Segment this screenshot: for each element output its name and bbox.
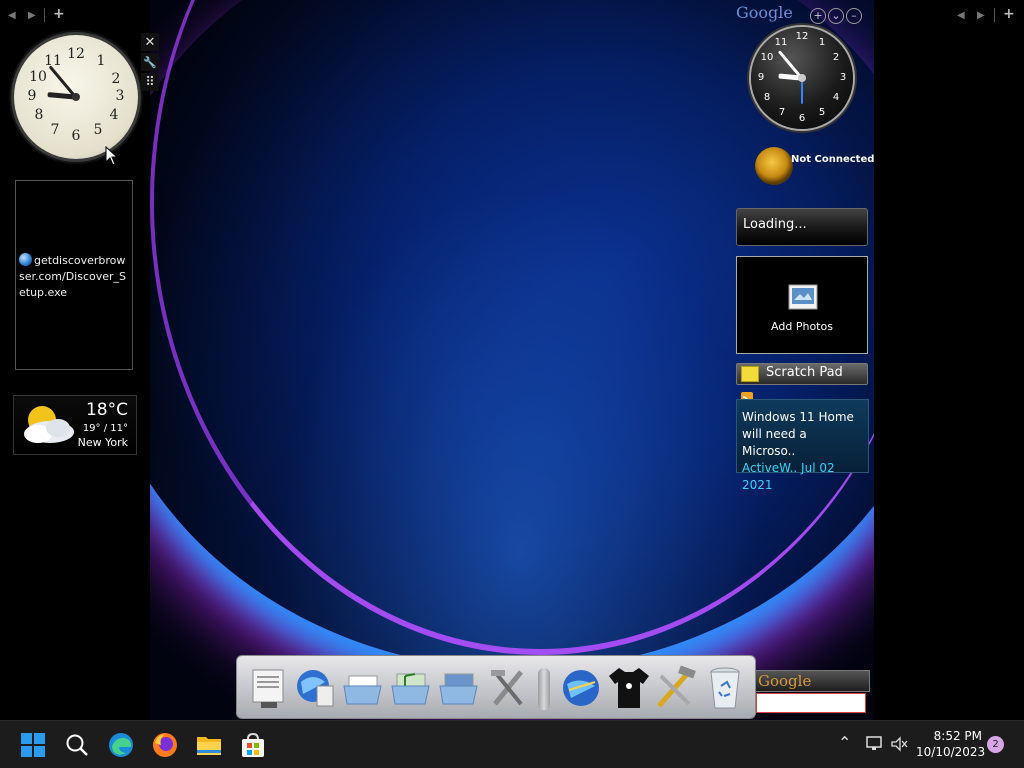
clock-number: 11 bbox=[44, 53, 62, 69]
clock-number: 12 bbox=[795, 31, 809, 42]
clock-number: 4 bbox=[109, 107, 119, 123]
news-headline-line1[interactable]: Windows 11 Home bbox=[742, 409, 863, 426]
google-logo: Google bbox=[758, 672, 812, 690]
google-header-buttons: + ⌄ – bbox=[808, 4, 862, 24]
network-status-text: Not Connected bbox=[791, 154, 875, 165]
clock-number: 7 bbox=[50, 122, 60, 138]
clock-number: 8 bbox=[34, 107, 44, 123]
microsoft-store-icon[interactable] bbox=[239, 731, 267, 759]
sidebar-prev-button[interactable]: ◀ bbox=[8, 10, 16, 21]
analog-clock-gadget[interactable]: 12 1 2 3 4 5 6 7 8 9 10 11 bbox=[751, 27, 853, 129]
clock-number: 10 bbox=[760, 52, 774, 63]
network-status-icon bbox=[755, 147, 793, 185]
drag-handle-icon[interactable]: ⠿ bbox=[141, 73, 159, 91]
weather-city: New York bbox=[77, 436, 128, 449]
google-gadget-header: Google + ⌄ – bbox=[736, 3, 870, 24]
taskbar-date[interactable]: 10/10/2023 bbox=[916, 745, 985, 759]
clock-number: 4 bbox=[832, 92, 840, 103]
sidebar-next-button[interactable]: ▶ bbox=[977, 10, 985, 21]
google-search-gadget: Google bbox=[754, 670, 870, 716]
file-explorer-icon[interactable] bbox=[195, 731, 223, 759]
tools-icon[interactable] bbox=[487, 664, 531, 712]
network-globe-icon[interactable] bbox=[559, 664, 603, 712]
taskbar: ⌃ 8:52 PM 10/10/2023 2 bbox=[0, 720, 1024, 768]
sidebar-next-button[interactable]: ▶ bbox=[28, 10, 36, 21]
system-properties-icon[interactable] bbox=[247, 664, 291, 712]
loading-text: Loading... bbox=[743, 217, 807, 232]
right-sidebar: ◀ ▶ + bbox=[874, 0, 1024, 720]
clock-number: 5 bbox=[818, 107, 826, 118]
download-url[interactable]: getdiscoverbrowser.com/Discover_Setup.ex… bbox=[19, 254, 126, 299]
notification-badge[interactable]: 2 bbox=[987, 736, 1004, 753]
clock-number: 2 bbox=[111, 71, 121, 87]
add-photos-label[interactable]: Add Photos bbox=[737, 320, 867, 333]
weather-temperature: 18°C bbox=[85, 400, 128, 420]
firefox-icon[interactable] bbox=[151, 731, 179, 759]
dock-separator bbox=[538, 668, 550, 710]
loading-gadget: Loading... bbox=[736, 208, 868, 246]
clock-number: 6 bbox=[71, 128, 81, 144]
clock-number: 1 bbox=[818, 37, 826, 48]
documents-folder-icon[interactable] bbox=[341, 664, 385, 712]
news-meta: ActiveW.. Jul 02 2021 bbox=[742, 461, 835, 492]
clock-number: 9 bbox=[757, 72, 765, 83]
taskbar-time[interactable]: 8:52 PM bbox=[920, 729, 982, 743]
google-search-input[interactable] bbox=[756, 693, 866, 713]
clock-number: 5 bbox=[93, 122, 103, 138]
sidebar-prev-button[interactable]: ◀ bbox=[957, 10, 965, 21]
globe-icon bbox=[19, 253, 32, 266]
network-disconnected-icon[interactable] bbox=[864, 735, 884, 753]
partly-cloudy-icon bbox=[24, 406, 74, 443]
clock-number: 9 bbox=[27, 88, 37, 104]
clock-number: 10 bbox=[29, 69, 47, 85]
slideshow-gadget[interactable]: Add Photos bbox=[736, 256, 868, 354]
clock-number: 11 bbox=[774, 37, 788, 48]
clock-center bbox=[72, 93, 80, 101]
news-feed-gadget[interactable]: Windows 11 Home will need a Microso.. Ac… bbox=[736, 399, 869, 492]
clock-number: 3 bbox=[839, 72, 847, 83]
clock-number: 8 bbox=[763, 92, 771, 103]
clock-number: 6 bbox=[798, 113, 806, 124]
sticky-note-icon bbox=[741, 366, 759, 382]
news-headline-line2[interactable]: will need a Microso.. bbox=[742, 426, 863, 460]
add-gadget-button[interactable]: + bbox=[1003, 6, 1015, 22]
gadget-toolbar: ✕ 🔧 ⠿ bbox=[141, 33, 159, 93]
scratch-pad-gadget[interactable]: Scratch Pad bbox=[736, 363, 868, 385]
search-icon[interactable] bbox=[63, 731, 91, 759]
pictures-folder-icon[interactable] bbox=[437, 664, 481, 712]
clock-number: 3 bbox=[115, 88, 125, 104]
application-dock bbox=[236, 655, 756, 719]
analog-clock-gadget[interactable]: 12 1 2 3 4 5 6 7 8 9 10 11 bbox=[14, 35, 138, 159]
mouse-cursor-icon bbox=[105, 146, 119, 166]
chevron-down-icon[interactable]: ⌄ bbox=[828, 7, 844, 24]
clock-center bbox=[798, 74, 806, 82]
music-folder-icon[interactable] bbox=[389, 664, 433, 712]
divider bbox=[44, 8, 45, 22]
download-link: getdiscoverbrowser.com/Discover_Setup.ex… bbox=[19, 253, 131, 301]
photo-icon bbox=[788, 284, 818, 310]
google-logo: Google bbox=[736, 3, 793, 22]
divider bbox=[994, 8, 995, 22]
show-hidden-icons-button[interactable]: ⌃ bbox=[838, 733, 851, 752]
add-gadget-button[interactable]: + bbox=[53, 6, 65, 22]
weather-range: 19° / 11° bbox=[82, 423, 128, 434]
clock-number: 12 bbox=[67, 46, 85, 62]
tshirt-icon[interactable] bbox=[607, 664, 651, 712]
weather-gadget[interactable]: 18°C 19° / 11° New York bbox=[13, 395, 137, 455]
clock-number: 1 bbox=[96, 53, 106, 69]
recycle-bin-icon[interactable] bbox=[703, 664, 747, 712]
clock-number: 2 bbox=[832, 52, 840, 63]
edge-browser-icon[interactable] bbox=[107, 731, 135, 759]
hammer-wrench-icon[interactable] bbox=[653, 664, 697, 712]
add-icon[interactable]: + bbox=[810, 7, 826, 24]
internet-globe-icon[interactable] bbox=[293, 664, 337, 712]
close-icon[interactable]: ✕ bbox=[141, 33, 159, 51]
download-gadget[interactable]: getdiscoverbrowser.com/Discover_Setup.ex… bbox=[15, 180, 133, 370]
speaker-muted-icon[interactable] bbox=[890, 736, 908, 752]
wrench-icon[interactable]: 🔧 bbox=[141, 53, 159, 71]
clock-number: 7 bbox=[778, 107, 786, 118]
scratch-pad-label: Scratch Pad bbox=[766, 365, 843, 380]
minimize-icon[interactable]: – bbox=[846, 7, 862, 24]
windows-start-icon[interactable] bbox=[19, 731, 47, 759]
